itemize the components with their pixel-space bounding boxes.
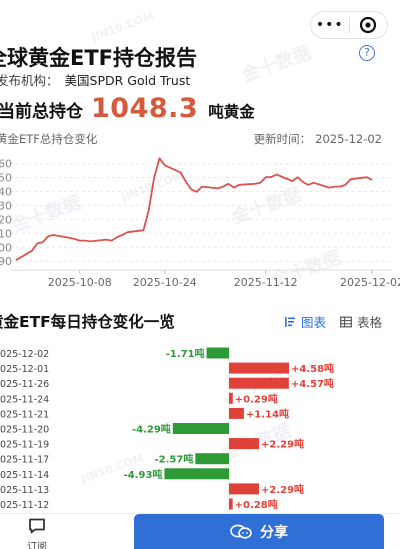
row-date: 2025-11-21 [0, 409, 49, 420]
chart-view-label: 图表 [300, 315, 326, 330]
increase-bar [229, 392, 233, 404]
x-tick-label: 2025-12-02 [340, 276, 400, 289]
publisher-label: 发布机构： [0, 73, 59, 88]
row-date: 2025-11-14 [0, 470, 49, 481]
share-button[interactable]: 分享 [134, 514, 384, 549]
y-tick-label: 1030 [0, 199, 12, 212]
publisher-value: 美国SPDR Gold Trust [64, 73, 191, 88]
change-label: +2.29吨 [261, 438, 304, 451]
subscribe-label: 订阅 [27, 542, 47, 549]
subscribe-button[interactable]: 订阅 [18, 518, 56, 549]
table-icon [340, 316, 352, 327]
row-date: 2025-11-24 [0, 394, 49, 405]
row-date: 2025-11-17 [0, 455, 49, 466]
increase-bar [229, 483, 259, 495]
table-view-label: 表格 [356, 315, 382, 330]
target-close-icon [360, 16, 377, 34]
decrease-bar [164, 468, 229, 480]
row-date: 2025-12-01 [0, 364, 49, 375]
view-toggle: 图表 表格 [284, 312, 382, 331]
bottom-action-bar: 订阅 分享 [0, 513, 400, 549]
row-date: 2025-11-12 [0, 500, 49, 511]
close-miniprogram-button[interactable] [349, 16, 387, 34]
x-tick-label: 2025-10-24 [133, 276, 197, 289]
decrease-bar [172, 423, 229, 434]
row-date: 2025-11-13 [0, 485, 49, 496]
chart-view-tab[interactable]: 图表 [284, 312, 326, 331]
change-label: -1.71吨 [166, 347, 205, 360]
y-tick-label: 1040 [0, 185, 12, 198]
row-date: 2025-11-19 [0, 440, 49, 451]
change-label: +4.57吨 [291, 377, 334, 390]
y-tick-label: 1060 [0, 158, 12, 171]
y-tick-label: 1020 [0, 213, 12, 226]
watermark: 金十数据 [239, 42, 314, 87]
change-label: +2.29吨 [261, 483, 304, 496]
total-holding-value: 1048.3 [91, 93, 199, 124]
holding-series-line [15, 157, 373, 261]
y-tick-label: 1050 [0, 172, 12, 185]
chart-caption: 黄金ETF总持仓变化 [0, 132, 98, 146]
change-label: -4.29吨 [132, 423, 171, 436]
total-holding: 当前总持仓 1048.3 吨黄金 [0, 93, 255, 124]
y-tick-label: 990 [0, 255, 12, 268]
change-label: +4.58吨 [291, 362, 334, 375]
daily-change-bar-chart: 2025-12-02 -1.71吨 2025-12-01 +4.58吨 2025-11-… [0, 343, 334, 513]
row-date: 2025-12-02 [0, 349, 49, 360]
update-time-label: 更新时间： [253, 132, 312, 146]
miniprogram-capsule: ••• [310, 11, 388, 39]
total-holding-unit: 吨黄金 [208, 103, 255, 121]
increase-bar [229, 498, 233, 510]
update-time: 更新时间： 2025-12-02 [250, 131, 382, 147]
update-time-value: 2025-12-02 [315, 132, 382, 146]
share-label: 分享 [260, 525, 288, 541]
y-tick-label: 1000 [0, 241, 12, 254]
decrease-bar [195, 453, 229, 465]
change-label: +0.28吨 [235, 498, 278, 511]
watermark: JIN10.COM [89, 9, 156, 44]
decrease-bar [206, 347, 229, 359]
change-label: -2.57吨 [155, 453, 194, 466]
total-holding-label: 当前总持仓 [0, 102, 83, 122]
increase-bar [229, 362, 289, 374]
y-tick-label: 1010 [0, 227, 12, 240]
row-date: 2025-11-26 [0, 379, 49, 390]
share-chat-icon [230, 524, 252, 539]
change-label: +0.29吨 [235, 392, 278, 405]
increase-bar [229, 407, 244, 419]
increase-bar [229, 438, 259, 450]
subscribe-icon [29, 518, 45, 534]
change-label: -4.93吨 [124, 468, 163, 481]
publisher-row: 发布机构： 美国SPDR Gold Trust [0, 70, 190, 89]
daily-change-title: 黄金ETF每日持仓变化一览 [0, 313, 175, 331]
increase-bar [229, 377, 289, 389]
help-icon[interactable]: ? [359, 45, 375, 61]
table-view-tab[interactable]: 表格 [340, 312, 382, 331]
holding-line-chart: 1060105010401030102010101000990 2025-10-0… [0, 157, 400, 289]
x-tick-label: 2025-10-08 [48, 276, 112, 289]
page-title: 全球黄金ETF持仓报告 [0, 46, 198, 70]
change-label: +1.14吨 [246, 407, 289, 420]
row-date: 2025-11-20 [0, 425, 49, 436]
x-tick-label: 2025-11-12 [234, 276, 298, 289]
more-menu-button[interactable]: ••• [311, 11, 349, 39]
bar-chart-icon [284, 316, 295, 327]
